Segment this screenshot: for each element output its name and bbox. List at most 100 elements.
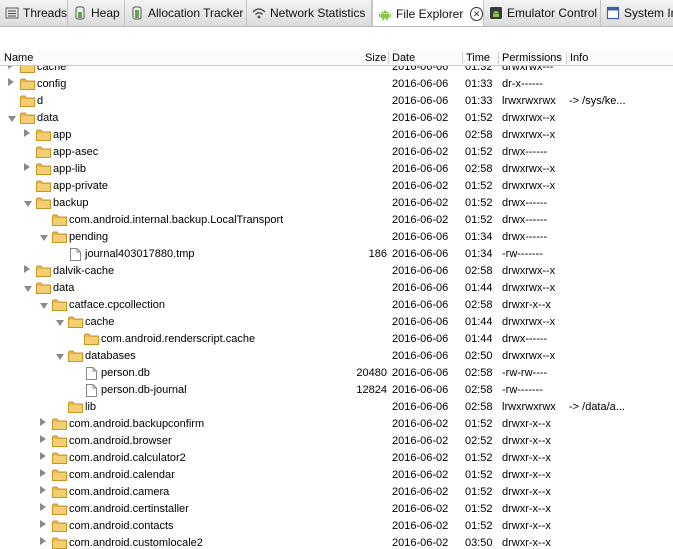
collapsed-triangle-icon[interactable]	[40, 435, 46, 443]
tab-system-information[interactable]: System In	[601, 0, 673, 26]
file-date: 2016-06-06	[392, 367, 449, 379]
file-name: backup	[53, 197, 89, 209]
tab-threads[interactable]: Threads	[0, 0, 68, 26]
tree-row[interactable]: backup 2016-06-02 01:52 drwx------	[0, 195, 673, 212]
file-time: 01:52	[465, 486, 493, 498]
file-date: 2016-06-06	[392, 401, 449, 413]
column-time[interactable]: Time	[466, 52, 490, 64]
file-time: 01:34	[465, 248, 493, 260]
tree-row[interactable]: databases 2016-06-06 02:50 drwxrwx--x	[0, 348, 673, 365]
file-icon	[86, 367, 97, 380]
tree-row[interactable]: com.android.contacts 2016-06-02 01:52 drwxr…	[0, 518, 673, 535]
file-time: 01:52	[465, 452, 493, 464]
tree-row[interactable]: dalvik-cache 2016-06-06 02:58 drwxrwx--x	[0, 263, 673, 280]
folder-icon	[68, 350, 83, 362]
tree-row[interactable]: com.android.certinstaller 2016-06-02 01:52…	[0, 501, 673, 518]
tree-row[interactable]: d 2016-06-06 01:33 lrwxrwxrwx -> /sys/ke...	[0, 93, 673, 110]
file-name: person.db	[101, 367, 150, 379]
tree-row[interactable]: journal403017880.tmp 186 2016-06-06 01:34 -r…	[0, 246, 673, 263]
tree-row[interactable]: com.android.renderscript.cache 2016-06-06…	[0, 331, 673, 348]
file-time: 02:52	[465, 435, 493, 447]
expanded-triangle-icon[interactable]	[56, 354, 64, 360]
tree-row[interactable]: pending 2016-06-06 01:34 drwx------	[0, 229, 673, 246]
tree-row[interactable]: com.android.calculator2 2016-06-02 01:52 dr…	[0, 450, 673, 467]
collapsed-triangle-icon[interactable]	[40, 503, 46, 511]
tree-row[interactable]: app 2016-06-06 02:58 drwxrwx--x	[0, 127, 673, 144]
expanded-triangle-icon[interactable]	[40, 235, 48, 241]
tree-row[interactable]: data 2016-06-02 01:52 drwxrwx--x	[0, 110, 673, 127]
file-date: 2016-06-06	[392, 350, 449, 362]
tree-row[interactable]: com.android.browser 2016-06-02 02:52 drwxr-…	[0, 433, 673, 450]
file-info: -> /sys/ke...	[569, 95, 626, 107]
collapsed-triangle-icon[interactable]	[40, 469, 46, 477]
tab-network-statistics[interactable]: Network Statistics	[247, 0, 372, 26]
column-size[interactable]: Size	[365, 52, 386, 64]
folder-icon	[52, 418, 67, 430]
tree-row[interactable]: cache 2016-06-06 01:32 drwxrwx---	[0, 66, 673, 76]
collapsed-triangle-icon[interactable]	[24, 163, 30, 171]
folder-icon	[20, 66, 35, 73]
tree-row[interactable]: app-private 2016-06-02 01:52 drwxrwx--x	[0, 178, 673, 195]
column-info[interactable]: Info	[570, 52, 588, 64]
tree-row[interactable]: com.android.camera 2016-06-02 01:52 drwxr-x…	[0, 484, 673, 501]
tree-row[interactable]: person.db 20480 2016-06-06 02:58 -rw-rw----	[0, 365, 673, 382]
tree-row[interactable]: com.android.customlocale2 2016-06-02 03:50…	[0, 535, 673, 549]
collapsed-triangle-icon[interactable]	[40, 486, 46, 494]
expanded-triangle-icon[interactable]	[8, 116, 16, 122]
file-name: com.android.renderscript.cache	[101, 333, 256, 345]
folder-icon	[52, 231, 67, 243]
file-permissions: drwx------	[502, 214, 548, 226]
expanded-triangle-icon[interactable]	[56, 320, 64, 326]
file-name: com.android.customlocale2	[69, 537, 203, 549]
collapsed-triangle-icon[interactable]	[8, 78, 14, 86]
expanded-triangle-icon[interactable]	[24, 201, 32, 207]
tree-row[interactable]: data 2016-06-06 01:44 drwxrwx--x	[0, 280, 673, 297]
collapsed-triangle-icon[interactable]	[40, 537, 46, 545]
file-date: 2016-06-06	[392, 282, 449, 294]
file-permissions: drwx------	[502, 146, 548, 158]
file-permissions: drwxr-x--x	[502, 503, 551, 515]
column-permissions[interactable]: Permissions	[502, 52, 562, 64]
expanded-triangle-icon[interactable]	[24, 286, 32, 292]
file-name: person.db-journal	[101, 384, 187, 396]
collapsed-triangle-icon[interactable]	[40, 452, 46, 460]
collapsed-triangle-icon[interactable]	[40, 520, 46, 528]
expanded-triangle-icon[interactable]	[40, 303, 48, 309]
tree-row[interactable]: com.android.calendar 2016-06-02 01:52 drwxr…	[0, 467, 673, 484]
file-name: lib	[85, 401, 97, 413]
view-tab-bar: Threads Heap Allocation Tracker Network …	[0, 0, 673, 27]
tree-row[interactable]: com.android.backupconfirm 2016-06-02 01:52…	[0, 416, 673, 433]
close-tab-icon[interactable]: ✕	[470, 6, 483, 21]
folder-icon	[52, 537, 67, 549]
column-name[interactable]: Name	[4, 52, 33, 64]
file-name: app-private	[53, 180, 109, 192]
folder-icon	[52, 452, 67, 464]
tree-row[interactable]: app-asec 2016-06-02 01:52 drwx------	[0, 144, 673, 161]
column-header: Name Size Date Time Permissions Info	[0, 51, 673, 66]
file-time: 02:58	[465, 367, 493, 379]
collapsed-triangle-icon[interactable]	[24, 129, 30, 137]
tab-emulator-control[interactable]: Emulator Control	[484, 0, 601, 26]
tree-row[interactable]: app-lib 2016-06-06 02:58 drwxrwx--x	[0, 161, 673, 178]
tree-row[interactable]: person.db-journal 12824 2016-06-06 02:58 -rw…	[0, 382, 673, 399]
tree-row[interactable]: com.android.internal.backup.LocalTranspo…	[0, 212, 673, 229]
tree-row[interactable]: lib 2016-06-06 02:58 lrwxrwxrwx -> /data/a..…	[0, 399, 673, 416]
collapsed-triangle-icon[interactable]	[24, 265, 30, 273]
file-name: com.android.backupconfirm	[69, 418, 205, 430]
file-time: 01:52	[465, 112, 493, 124]
file-name: dalvik-cache	[53, 265, 115, 277]
column-date[interactable]: Date	[392, 52, 415, 64]
file-date: 2016-06-02	[392, 197, 449, 209]
tree-row[interactable]: config 2016-06-06 01:33 dr-x------	[0, 76, 673, 93]
collapsed-triangle-icon[interactable]	[8, 66, 14, 69]
tab-heap[interactable]: Heap	[68, 0, 125, 26]
tree-row[interactable]: cache 2016-06-06 01:44 drwxrwx--x	[0, 314, 673, 331]
file-date: 2016-06-02	[392, 180, 449, 192]
collapsed-triangle-icon[interactable]	[40, 418, 46, 426]
file-date: 2016-06-06	[392, 66, 449, 73]
tab-file-explorer[interactable]: File Explorer ✕	[372, 0, 484, 26]
tree-row[interactable]: catface.cpcollection 2016-06-06 02:58 drwxr…	[0, 297, 673, 314]
tab-allocation-tracker[interactable]: Allocation Tracker	[125, 0, 247, 26]
file-time: 01:44	[465, 333, 493, 345]
file-name: catface.cpcollection	[69, 299, 165, 311]
